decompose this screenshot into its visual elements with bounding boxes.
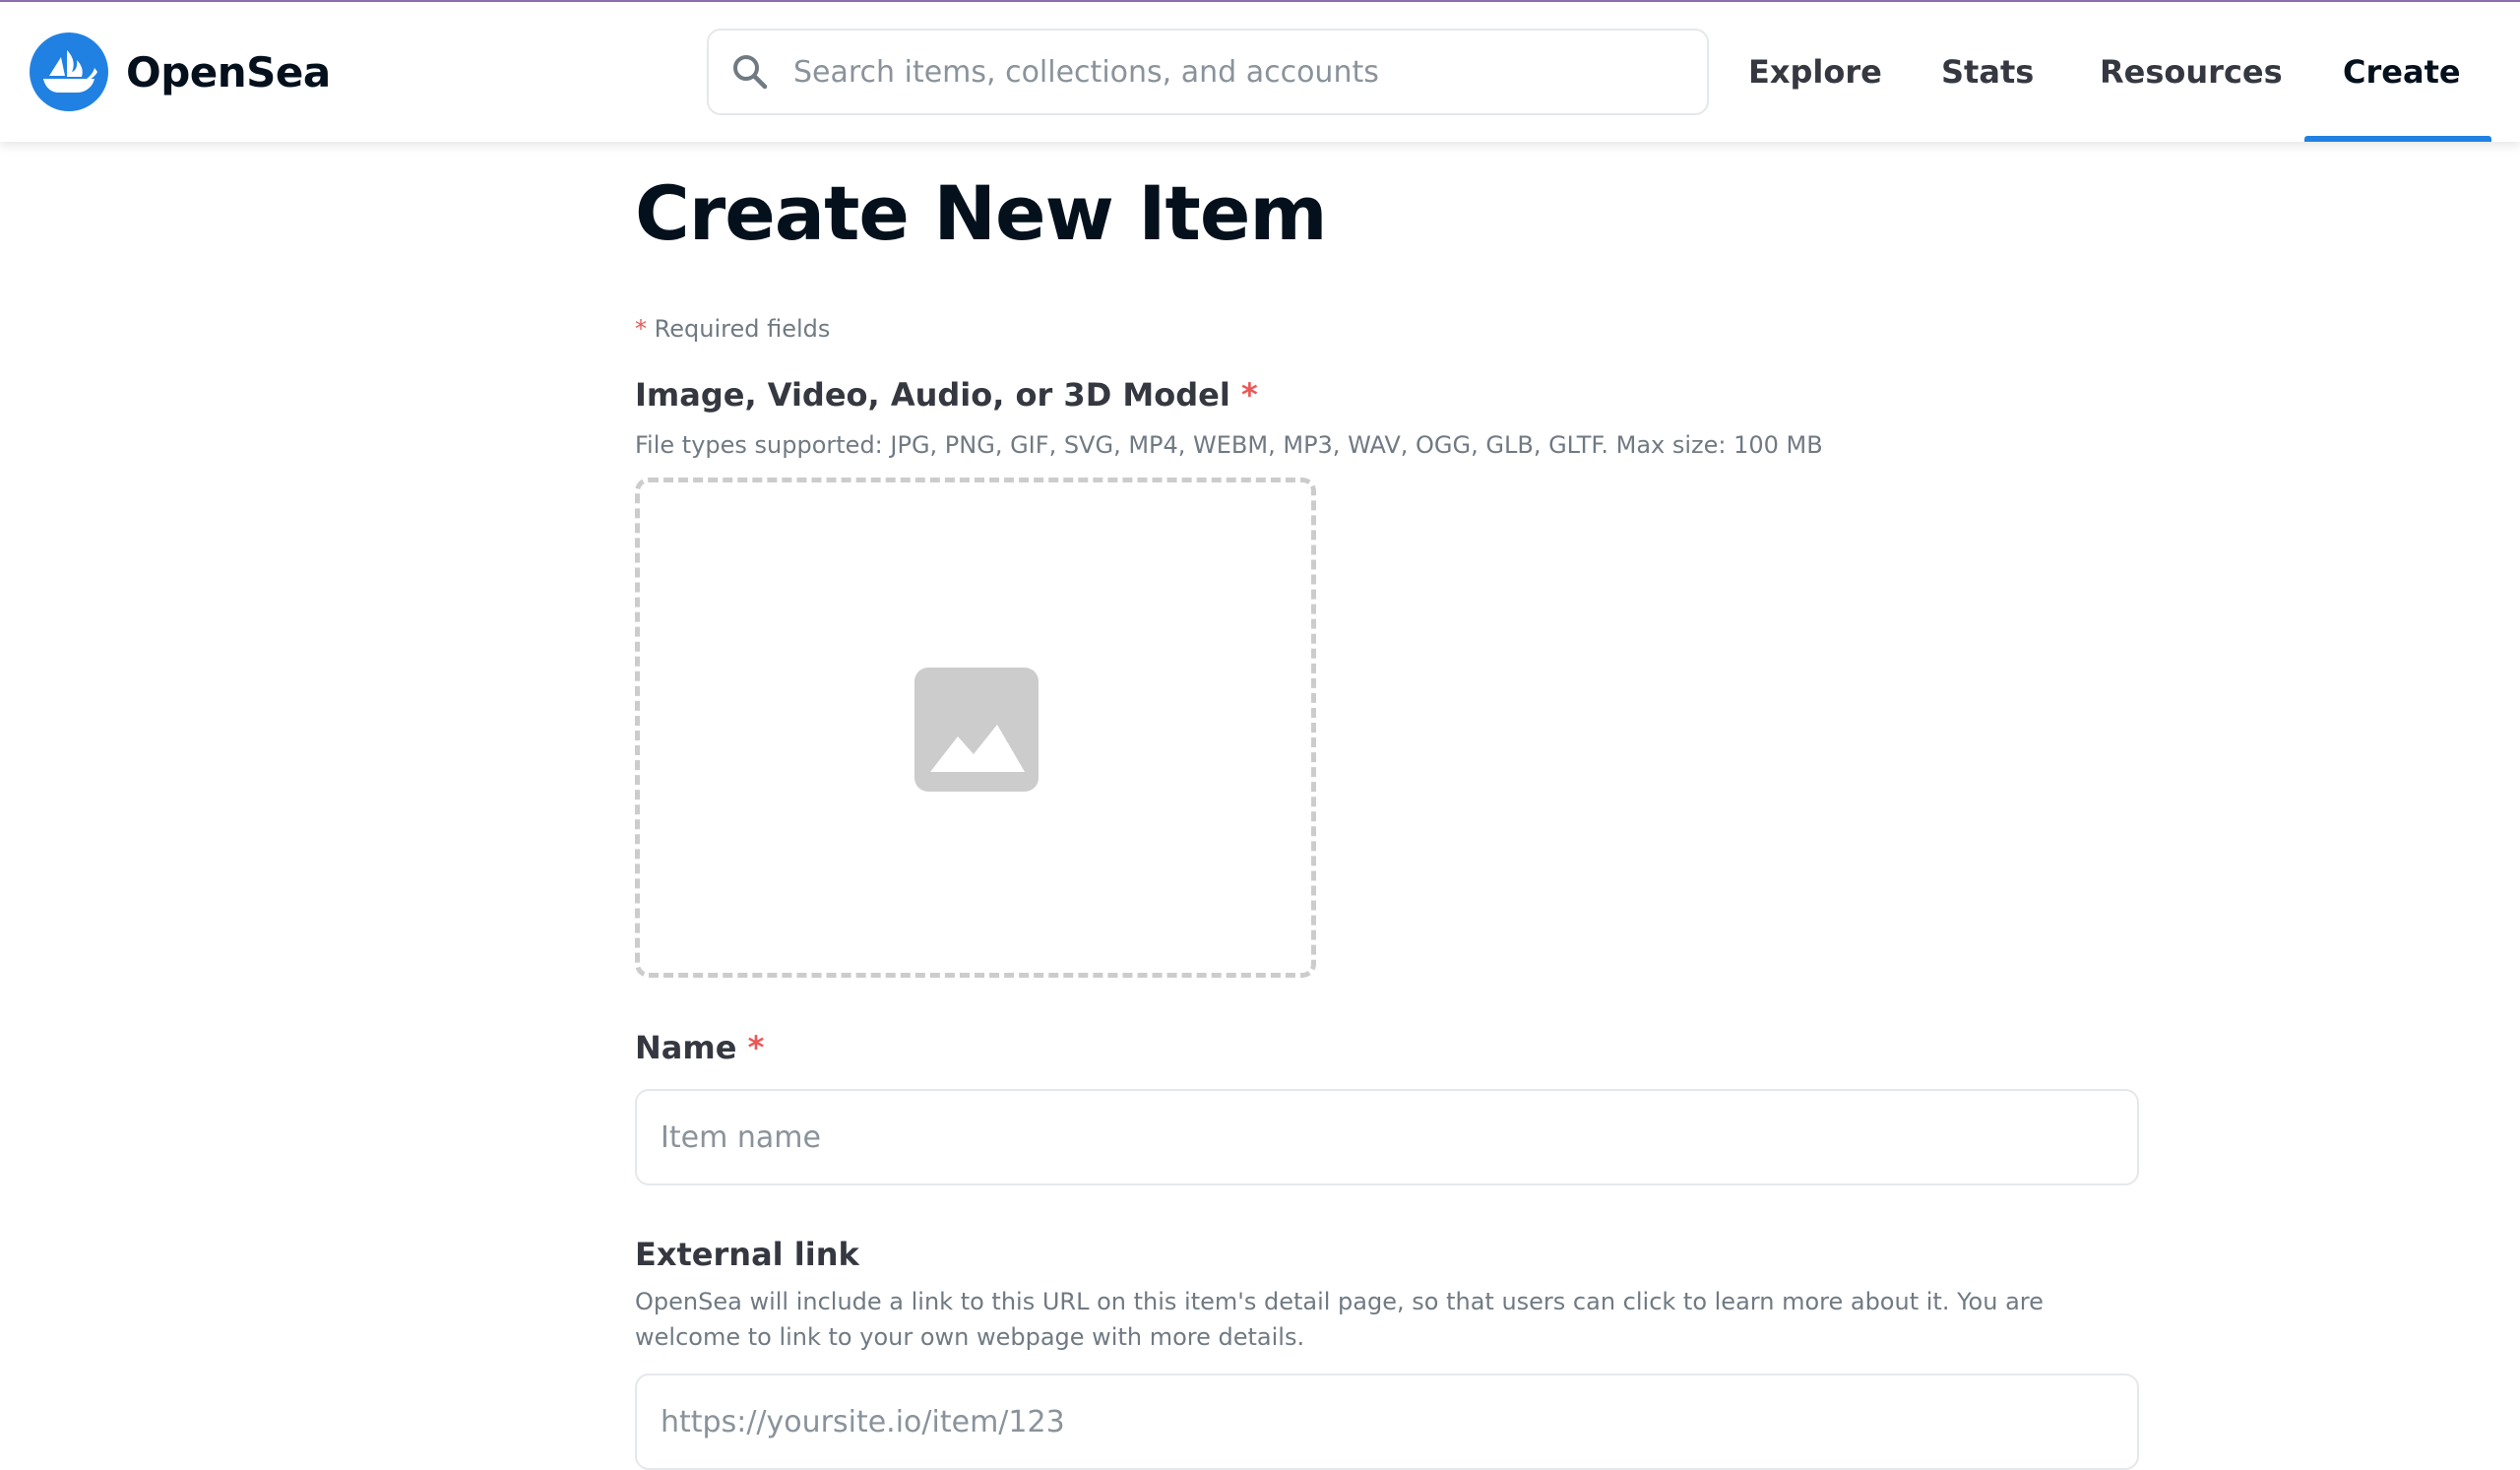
media-field-label: Image, Video, Audio, or 3D Model * bbox=[635, 376, 1258, 414]
opensea-logo-link[interactable]: OpenSea bbox=[30, 32, 331, 111]
external-link-label: External link bbox=[635, 1236, 859, 1273]
required-marker: * bbox=[635, 315, 647, 343]
active-nav-indicator bbox=[2304, 136, 2491, 142]
nav-explore[interactable]: Explore bbox=[1748, 39, 1882, 104]
name-field-label: Name * bbox=[635, 1029, 764, 1066]
media-upload-dropzone[interactable] bbox=[635, 478, 1316, 978]
search-icon bbox=[733, 55, 768, 90]
navbar: OpenSea Explore Stats Resources Create bbox=[0, 2, 2520, 142]
required-fields-text: Required fields bbox=[654, 315, 831, 343]
external-link-input[interactable] bbox=[635, 1374, 2139, 1470]
name-label-text: Name bbox=[635, 1029, 737, 1066]
item-name-input[interactable] bbox=[635, 1089, 2139, 1185]
brand-name: OpenSea bbox=[126, 47, 331, 96]
nav-resources[interactable]: Resources bbox=[2100, 39, 2283, 104]
search-bar[interactable] bbox=[707, 29, 1709, 115]
page-title: Create New Item bbox=[635, 169, 1328, 257]
media-required-marker: * bbox=[1240, 376, 1258, 414]
external-link-description: OpenSea will include a link to this URL … bbox=[635, 1288, 2044, 1351]
name-required-marker: * bbox=[747, 1029, 765, 1066]
media-field-description: File types supported: JPG, PNG, GIF, SVG… bbox=[635, 431, 1823, 459]
opensea-logo-icon bbox=[30, 32, 108, 111]
nav-create[interactable]: Create bbox=[2343, 39, 2461, 104]
search-input[interactable] bbox=[791, 53, 1681, 91]
media-label-text: Image, Video, Audio, or 3D Model bbox=[635, 376, 1230, 414]
image-icon bbox=[914, 668, 1039, 792]
required-fields-note: * Required fields bbox=[635, 315, 830, 343]
nav-stats[interactable]: Stats bbox=[1941, 39, 2034, 104]
